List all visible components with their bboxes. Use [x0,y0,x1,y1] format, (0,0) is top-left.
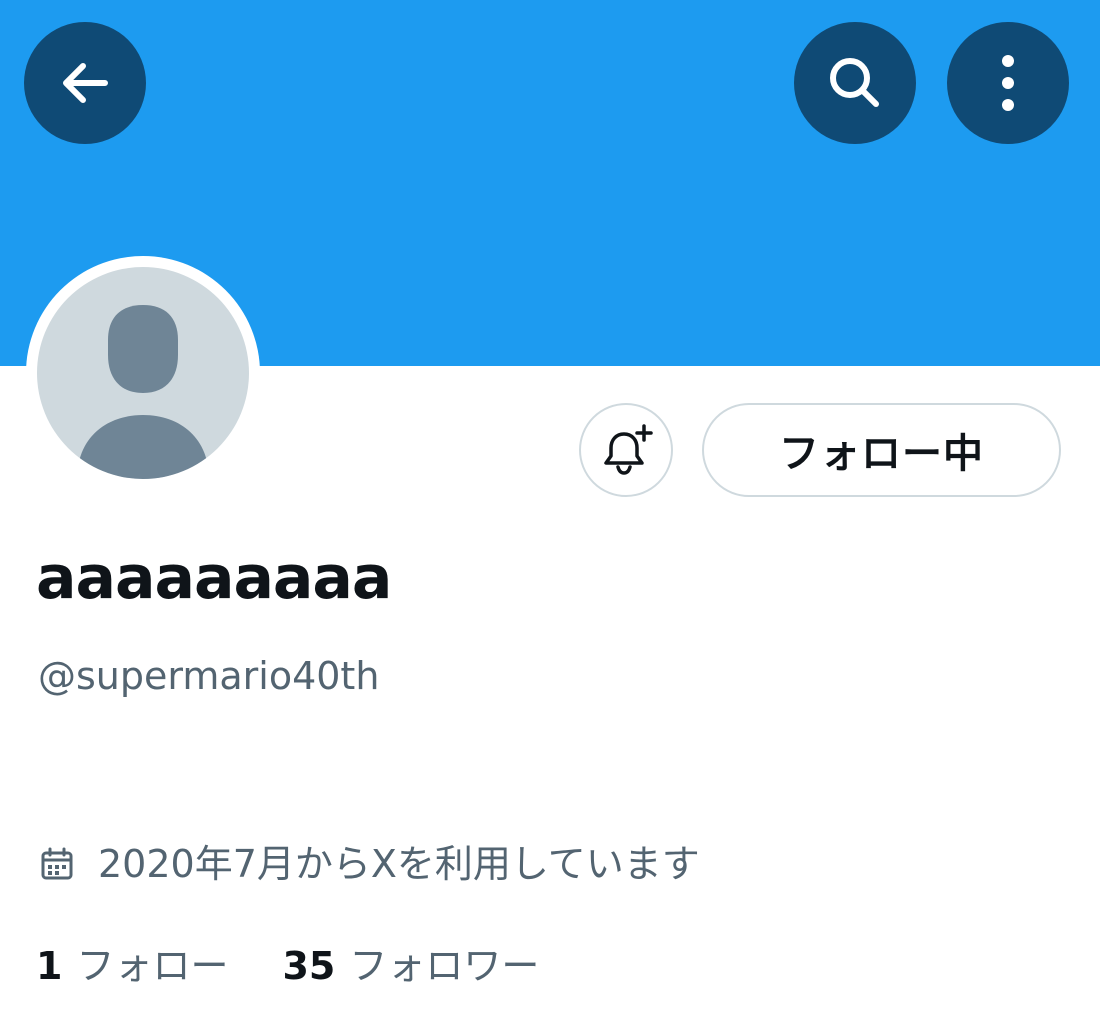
followers-stat[interactable]: 35 フォロワー [282,936,539,996]
calendar-icon [40,846,76,882]
display-name: aaaaaaaaa [36,543,392,613]
default-avatar-icon [37,267,249,479]
following-button[interactable]: フォロー中 [702,403,1061,497]
notification-button[interactable] [579,403,673,497]
join-date: 2020年7月からXを利用しています [40,832,700,896]
following-label: フォロー [76,944,229,988]
following-stat[interactable]: 1 フォロー [36,936,228,996]
arrow-left-icon [63,63,108,103]
more-options-button[interactable] [947,22,1069,144]
following-count: 1 [36,944,63,988]
avatar[interactable] [26,256,260,490]
bell-plus-icon [604,424,653,475]
username-handle: @supermario40th [38,654,380,698]
followers-label: フォロワー [349,944,540,988]
search-icon [830,58,879,107]
profile-page: フォロー中 aaaaaaaaa @supermario40th 2020年7月か… [0,0,1100,1034]
more-vertical-icon [1002,55,1014,111]
follow-stats: 1 フォロー 35 フォロワー [36,934,539,998]
back-button[interactable] [24,22,146,144]
search-button[interactable] [794,22,916,144]
join-date-text: 2020年7月からXを利用しています [98,842,700,886]
followers-count: 35 [282,944,336,988]
